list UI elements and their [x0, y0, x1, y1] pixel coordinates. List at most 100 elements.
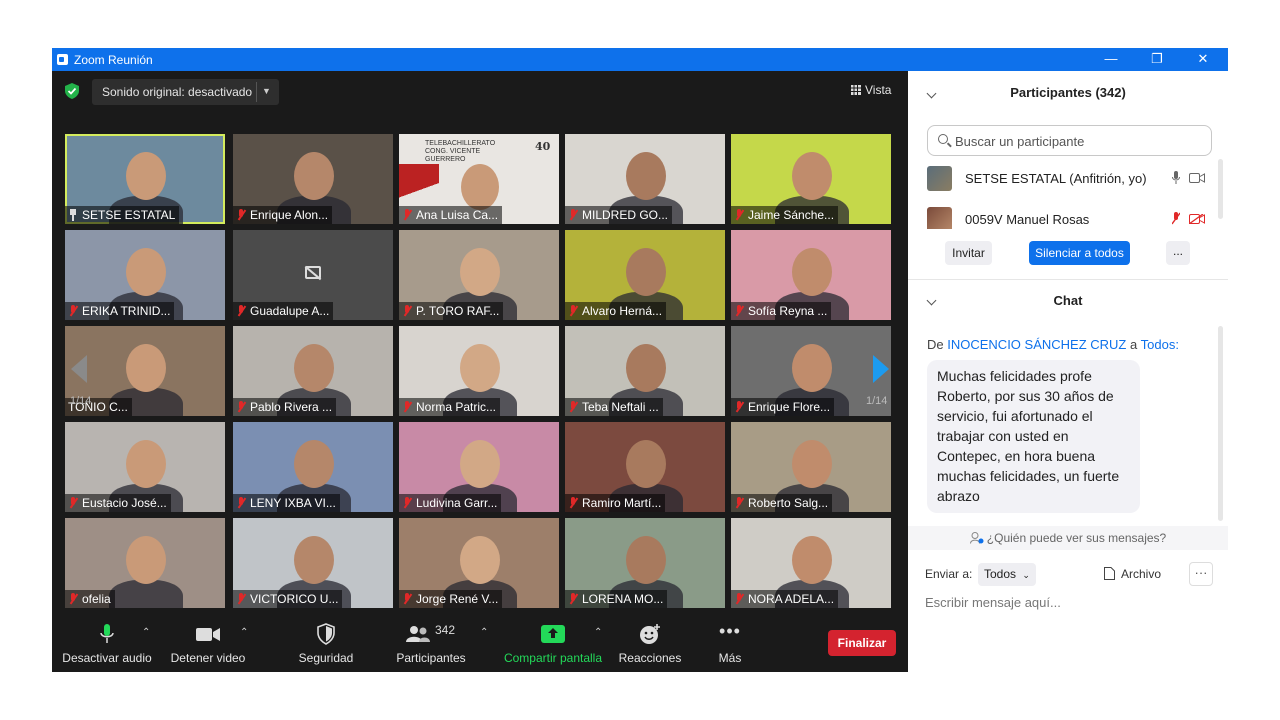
- mute-audio-button[interactable]: Desactivar audio: [62, 623, 152, 665]
- sender-name[interactable]: INOCENCIO SÁNCHEZ CRUZ: [947, 337, 1126, 352]
- original-sound-toggle[interactable]: Sonido original: desactivado ▼: [92, 79, 279, 105]
- participants-button[interactable]: 342 Participantes: [392, 623, 470, 665]
- participant-video-tile[interactable]: ofelia: [65, 518, 225, 608]
- participant-video-tile[interactable]: Eustacio José...: [65, 422, 225, 512]
- muted-microphone-icon: [236, 305, 246, 317]
- security-button[interactable]: Seguridad: [292, 623, 360, 665]
- previous-page-arrow-icon[interactable]: [70, 354, 88, 384]
- muted-microphone-icon: [402, 209, 412, 221]
- minimize-button[interactable]: —: [1088, 48, 1134, 71]
- file-button[interactable]: Archivo: [1104, 567, 1161, 581]
- recipient-name[interactable]: Todos:: [1141, 337, 1179, 352]
- participant-search-input[interactable]: Buscar un participante: [927, 125, 1212, 156]
- participant-name: Eustacio José...: [82, 496, 167, 510]
- people-icon: [406, 626, 430, 642]
- stop-video-button[interactable]: Detener video: [168, 623, 248, 665]
- participants-scrollbar[interactable]: [1218, 159, 1223, 219]
- participant-name-label: LORENA MO...: [565, 590, 668, 608]
- muted-microphone-icon: [568, 401, 578, 413]
- participant-row[interactable]: 0059V Manuel Rosas: [927, 207, 1212, 229]
- participant-name: SETSE ESTATAL: [82, 208, 176, 222]
- muted-microphone-icon[interactable]: [1172, 212, 1180, 225]
- person-face: [626, 152, 666, 200]
- divider: [908, 279, 1228, 280]
- person-face: [126, 152, 166, 200]
- participant-video-tile[interactable]: Roberto Salg...: [731, 422, 891, 512]
- participant-video-tile[interactable]: Enrique Alon...: [233, 134, 393, 224]
- who-can-see-label: ¿Quién puede ver sus mensajes?: [986, 531, 1167, 545]
- participant-video-tile[interactable]: LENY IXBA VI...: [233, 422, 393, 512]
- share-options-chevron-icon[interactable]: ⌃: [594, 627, 602, 638]
- muted-microphone-icon: [402, 497, 412, 509]
- video-camera-icon[interactable]: [1189, 173, 1205, 183]
- more-button[interactable]: ••• Más: [708, 622, 752, 665]
- person-face: [126, 440, 166, 488]
- close-button[interactable]: ✕: [1180, 48, 1226, 71]
- participant-video-tile[interactable]: Jorge René V...: [399, 518, 559, 608]
- reaction-smiley-icon: [639, 623, 661, 645]
- participant-video-tile[interactable]: Alvaro Herná...: [565, 230, 725, 320]
- participant-video-tile[interactable]: ERIKA TRINID...: [65, 230, 225, 320]
- person-face: [294, 344, 334, 392]
- participants-options-chevron-icon[interactable]: ⌃: [480, 627, 488, 638]
- audio-options-chevron-icon[interactable]: ⌃: [142, 627, 150, 638]
- anniversary-badge: 40: [535, 140, 551, 153]
- reactions-button[interactable]: Reacciones: [616, 623, 684, 665]
- microphone-icon[interactable]: [1172, 171, 1180, 184]
- person-face: [792, 152, 832, 200]
- camera-off-icon: [305, 266, 321, 279]
- participant-video-tile[interactable]: Pablo Rivera ...: [233, 326, 393, 416]
- who-can-see-messages[interactable]: ¿Quién puede ver sus mensajes?: [908, 526, 1228, 550]
- video-off-icon[interactable]: [1189, 214, 1205, 224]
- send-to-label: Enviar a:: [925, 567, 973, 581]
- chat-scrollbar[interactable]: [1218, 326, 1223, 521]
- view-button[interactable]: Vista: [851, 83, 891, 97]
- person-face: [792, 536, 832, 584]
- participant-video-tile[interactable]: Guadalupe A...: [233, 230, 393, 320]
- person-face: [460, 248, 500, 296]
- tile-banner-text: TELEBACHILLERATO CONG. VICENTE GUERRERO: [425, 140, 496, 163]
- participant-video-tile[interactable]: Teba Neftali ...: [565, 326, 725, 416]
- participant-name-label: SETSE ESTATAL: [65, 206, 180, 224]
- participant-name: ofelia: [82, 592, 111, 606]
- divider: [256, 82, 257, 102]
- participant-video-tile[interactable]: Norma Patric...: [399, 326, 559, 416]
- share-screen-button[interactable]: Compartir pantalla: [502, 623, 604, 665]
- muted-microphone-icon: [734, 401, 744, 413]
- participant-row[interactable]: SETSE ESTATAL (Anfitrión, yo): [927, 166, 1212, 192]
- video-options-chevron-icon[interactable]: ⌃: [240, 627, 248, 638]
- more-label: Más: [718, 651, 742, 665]
- mute-all-button[interactable]: Silenciar a todos: [1029, 241, 1130, 265]
- participant-video-tile[interactable]: Ludivina Garr...: [399, 422, 559, 512]
- participant-video-tile[interactable]: Ramiro Martí...: [565, 422, 725, 512]
- file-icon: [1104, 567, 1115, 580]
- participants-more-button[interactable]: ...: [1166, 241, 1190, 265]
- person-face: [126, 344, 166, 392]
- recipient-select-value: Todos: [984, 567, 1017, 581]
- chat-message-input[interactable]: Escribir mensaje aquí...: [925, 595, 1061, 610]
- participant-video-tile[interactable]: Sofía Reyna ...: [731, 230, 891, 320]
- participant-video-tile[interactable]: NORA ADELA...: [731, 518, 891, 608]
- recipient-select[interactable]: Todos ⌄: [978, 563, 1036, 586]
- maximize-button[interactable]: ❐: [1134, 48, 1180, 71]
- encryption-shield-icon[interactable]: [65, 83, 79, 99]
- invite-button[interactable]: Invitar: [945, 241, 992, 265]
- avatar: [927, 166, 952, 191]
- end-meeting-button[interactable]: Finalizar: [828, 630, 896, 656]
- next-page-arrow-icon[interactable]: [872, 354, 890, 384]
- participant-video-tile[interactable]: LORENA MO...: [565, 518, 725, 608]
- participant-video-tile[interactable]: TELEBACHILLERATO CONG. VICENTE GUERRERO 4…: [399, 134, 559, 224]
- muted-microphone-icon: [734, 593, 744, 605]
- security-label: Seguridad: [298, 651, 354, 665]
- participant-video-tile[interactable]: P. TORO RAF...: [399, 230, 559, 320]
- participant-video-tile[interactable]: MILDRED GO...: [565, 134, 725, 224]
- chat-more-button[interactable]: ···: [1189, 562, 1213, 586]
- participant-video-tile[interactable]: Jaime Sánche...: [731, 134, 891, 224]
- person-face: [294, 536, 334, 584]
- participant-video-tile[interactable]: SETSE ESTATAL: [65, 134, 225, 224]
- person-face: [294, 440, 334, 488]
- chevron-down-icon[interactable]: ▼: [262, 86, 271, 96]
- muted-microphone-icon: [402, 305, 412, 317]
- participant-name-label: Jorge René V...: [399, 590, 503, 608]
- participant-video-tile[interactable]: VICTORICO U...: [233, 518, 393, 608]
